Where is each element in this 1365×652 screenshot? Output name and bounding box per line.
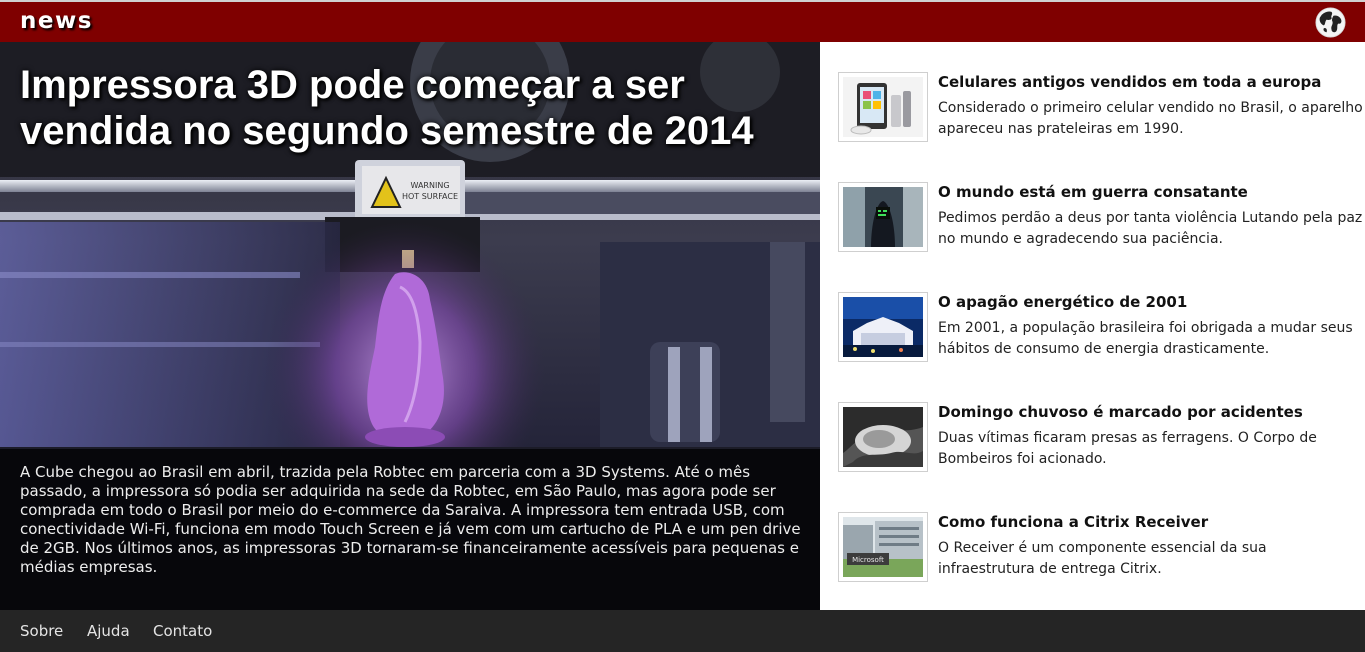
hooded-figure-image (843, 187, 923, 247)
footer-link-sobre[interactable]: Sobre (20, 622, 63, 640)
footer-link-ajuda[interactable]: Ajuda (87, 622, 130, 640)
news-item[interactable]: O apagão energético de 2001 Em 2001, a p… (838, 292, 1365, 364)
news-description: Considerado o primeiro celular vendido n… (938, 100, 1363, 137)
news-item[interactable]: Microsoft Como funciona a Citrix Receive… (838, 512, 1365, 584)
city-blackout-image (843, 297, 923, 357)
news-description: Duas vítimas ficaram presas as ferragens… (938, 430, 1317, 467)
news-description: Em 2001, a população brasileira foi obri… (938, 320, 1353, 357)
news-item[interactable]: Domingo chuvoso é marcado por acidentes … (838, 402, 1365, 474)
rainy-accident-image (843, 407, 923, 467)
news-thumbnail[interactable] (838, 402, 928, 472)
news-thumbnail[interactable] (838, 292, 928, 362)
news-thumbnail[interactable]: Microsoft (838, 512, 928, 582)
news-title[interactable]: Celulares antigos vendidos em toda a eur… (938, 72, 1363, 92)
news-title[interactable]: Domingo chuvoso é marcado por acidentes (938, 402, 1363, 422)
brand-logo[interactable]: news (20, 8, 93, 34)
news-title[interactable]: O mundo está em guerra consatante (938, 182, 1363, 202)
microsoft-sign: Microsoft (852, 556, 884, 564)
news-item[interactable]: O mundo está em guerra consatante Pedimo… (838, 182, 1365, 254)
footer: Sobre Ajuda Contato (0, 610, 1365, 652)
top-bar: news (0, 0, 1365, 42)
news-thumbnail[interactable] (838, 182, 928, 252)
news-item[interactable]: Celulares antigos vendidos em toda a eur… (838, 72, 1365, 144)
hero-article[interactable]: WARNING HOT SURFACE Impressora 3D pode c… (0, 42, 820, 610)
news-list: Celulares antigos vendidos em toda a eur… (820, 42, 1365, 610)
news-title[interactable]: Como funciona a Citrix Receiver (938, 512, 1363, 532)
svg-text:HOT SURFACE: HOT SURFACE (402, 192, 458, 201)
news-description: O Receiver é um componente essencial da … (938, 540, 1267, 577)
footer-link-contato[interactable]: Contato (153, 622, 212, 640)
news-thumbnail[interactable] (838, 72, 928, 142)
svg-text:WARNING: WARNING (410, 181, 449, 190)
globe-icon[interactable] (1315, 7, 1346, 38)
hero-caption-panel: A Cube chegou ao Brasil em abril, trazid… (0, 449, 820, 610)
news-description: Pedimos perdão a deus por tanta violênci… (938, 210, 1363, 247)
hero-caption-text: A Cube chegou ao Brasil em abril, trazid… (20, 463, 801, 576)
phones-image (843, 77, 923, 137)
hero-title[interactable]: Impressora 3D pode começar a ser vendida… (20, 62, 810, 154)
office-building-image: Microsoft (843, 517, 923, 577)
news-title[interactable]: O apagão energético de 2001 (938, 292, 1363, 312)
